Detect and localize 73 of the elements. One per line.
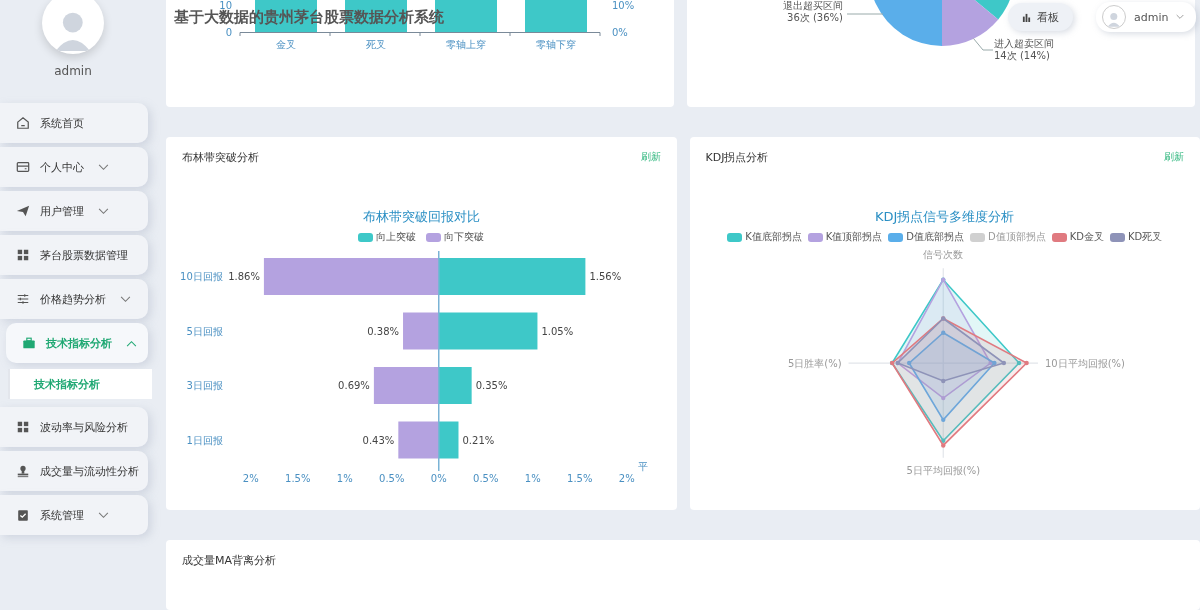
chevron-icon <box>1176 14 1185 20</box>
tick-label: 0% <box>430 473 447 485</box>
axis-label: 5日回报 <box>186 325 223 337</box>
menu-item[interactable]: 成交量与流动性分析 <box>0 451 148 491</box>
data-label: 1.56% <box>589 271 622 283</box>
menu-item[interactable]: 价格趋势分析 <box>0 279 148 319</box>
menu-item[interactable]: 个人中心 <box>0 147 148 187</box>
tick-label: 2% <box>618 473 635 485</box>
axis-label: 零轴下穿 <box>536 39 576 50</box>
tick-label: 0.5% <box>473 473 499 485</box>
axis-label: 5日胜率(%) <box>787 357 842 369</box>
data-label: 0.43% <box>362 434 395 446</box>
tick-label: 10% <box>612 0 635 11</box>
axis-label: 信号次数 <box>922 249 963 261</box>
data-label: 0.35% <box>475 380 508 392</box>
legend-item[interactable]: K值顶部拐点 <box>807 230 883 245</box>
axis-label: 金叉 <box>276 39 296 50</box>
leader-line <box>973 38 993 51</box>
clipboard-icon <box>16 508 30 522</box>
legend-item[interactable]: D值底部拐点 <box>888 230 965 245</box>
menu-item[interactable]: 用户管理 <box>0 191 148 231</box>
data-label: 0.69% <box>338 380 370 392</box>
dashboard-button[interactable]: 看板 <box>1008 3 1073 31</box>
sliders-icon <box>16 292 30 306</box>
chart-title: KDJ拐点信号多维度分析 <box>874 208 1016 227</box>
username: admin <box>54 64 92 78</box>
home-icon <box>16 116 30 130</box>
card-title: KDJ拐点分析 <box>705 149 769 165</box>
card-icon <box>16 160 30 174</box>
axis-label: 1日回报 <box>186 434 223 446</box>
tick-label: 2% <box>242 473 259 485</box>
grid-icon <box>16 420 30 434</box>
bar-chart-icon <box>1022 12 1031 22</box>
axis-title: 平 <box>637 461 648 473</box>
legend-item[interactable]: K值底部拐点 <box>727 230 802 245</box>
tick-label: 0.5% <box>379 473 405 485</box>
data-label: 0.21% <box>462 434 495 446</box>
menu-item[interactable]: 系统管理 <box>0 495 148 535</box>
pie-label: 退出超买区间 36次 (36%) <box>783 0 843 24</box>
axis-label: 零轴上穿 <box>446 39 486 50</box>
tick-label: 1.5% <box>567 473 593 485</box>
user-avatar <box>1102 5 1126 29</box>
leader-line <box>847 12 883 16</box>
data-label: 0.38% <box>367 325 400 337</box>
chart-title: 布林带突破回报对比 <box>361 208 481 227</box>
legend-item[interactable]: KD死叉 <box>1110 230 1163 245</box>
tick-label: 0 <box>225 27 232 38</box>
stamp-icon <box>16 464 30 478</box>
axis-label: 10日回报 <box>180 271 223 283</box>
axis-label: 死叉 <box>366 39 386 50</box>
axis-label: 3日回报 <box>186 380 223 392</box>
tick-label: 0% <box>612 27 628 38</box>
user-menu[interactable]: admin <box>1096 2 1197 32</box>
grid-icon <box>16 248 30 262</box>
tick-label: 1.5% <box>285 473 311 485</box>
tick-label: 1% <box>336 473 353 485</box>
data-label: 1.86% <box>228 271 260 283</box>
tick-label: 1% <box>524 473 541 485</box>
pie-label: 进入超卖区间 14次 (14%) <box>994 38 1054 62</box>
card-title: 成交量MA背离分析 <box>182 552 276 568</box>
axis-label: 5日平均回报(%) <box>905 465 980 476</box>
user-avatar <box>42 0 104 54</box>
legend-item[interactable]: 向下突破 <box>426 230 485 245</box>
legend-item[interactable]: 向上突破 <box>358 230 417 245</box>
briefcase-icon <box>22 336 36 350</box>
card-title: 布林带突破分析 <box>182 149 259 165</box>
menu-item[interactable]: 茅台股票数据管理 <box>0 235 148 275</box>
send-icon <box>16 204 30 218</box>
legend-item[interactable]: KD金叉 <box>1051 230 1104 245</box>
data-label: 1.05% <box>541 325 574 337</box>
menu-item[interactable]: 波动率与风险分析 <box>0 407 148 447</box>
menu-item[interactable]: 系统首页 <box>0 103 148 143</box>
axis-label: 10日平均回报(%) <box>1044 357 1125 369</box>
